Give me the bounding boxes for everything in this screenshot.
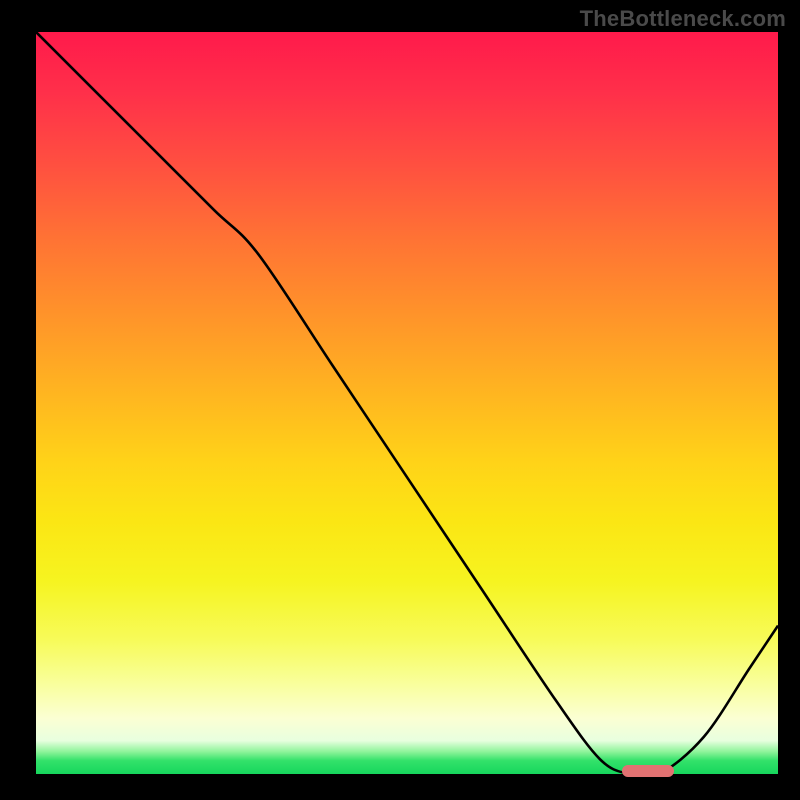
plot-area: [36, 32, 778, 774]
watermark-text: TheBottleneck.com: [580, 6, 786, 32]
chart-container: TheBottleneck.com: [0, 0, 800, 800]
optimal-range-marker: [622, 765, 674, 777]
bottleneck-curve: [36, 32, 778, 774]
curve-path: [36, 32, 778, 774]
